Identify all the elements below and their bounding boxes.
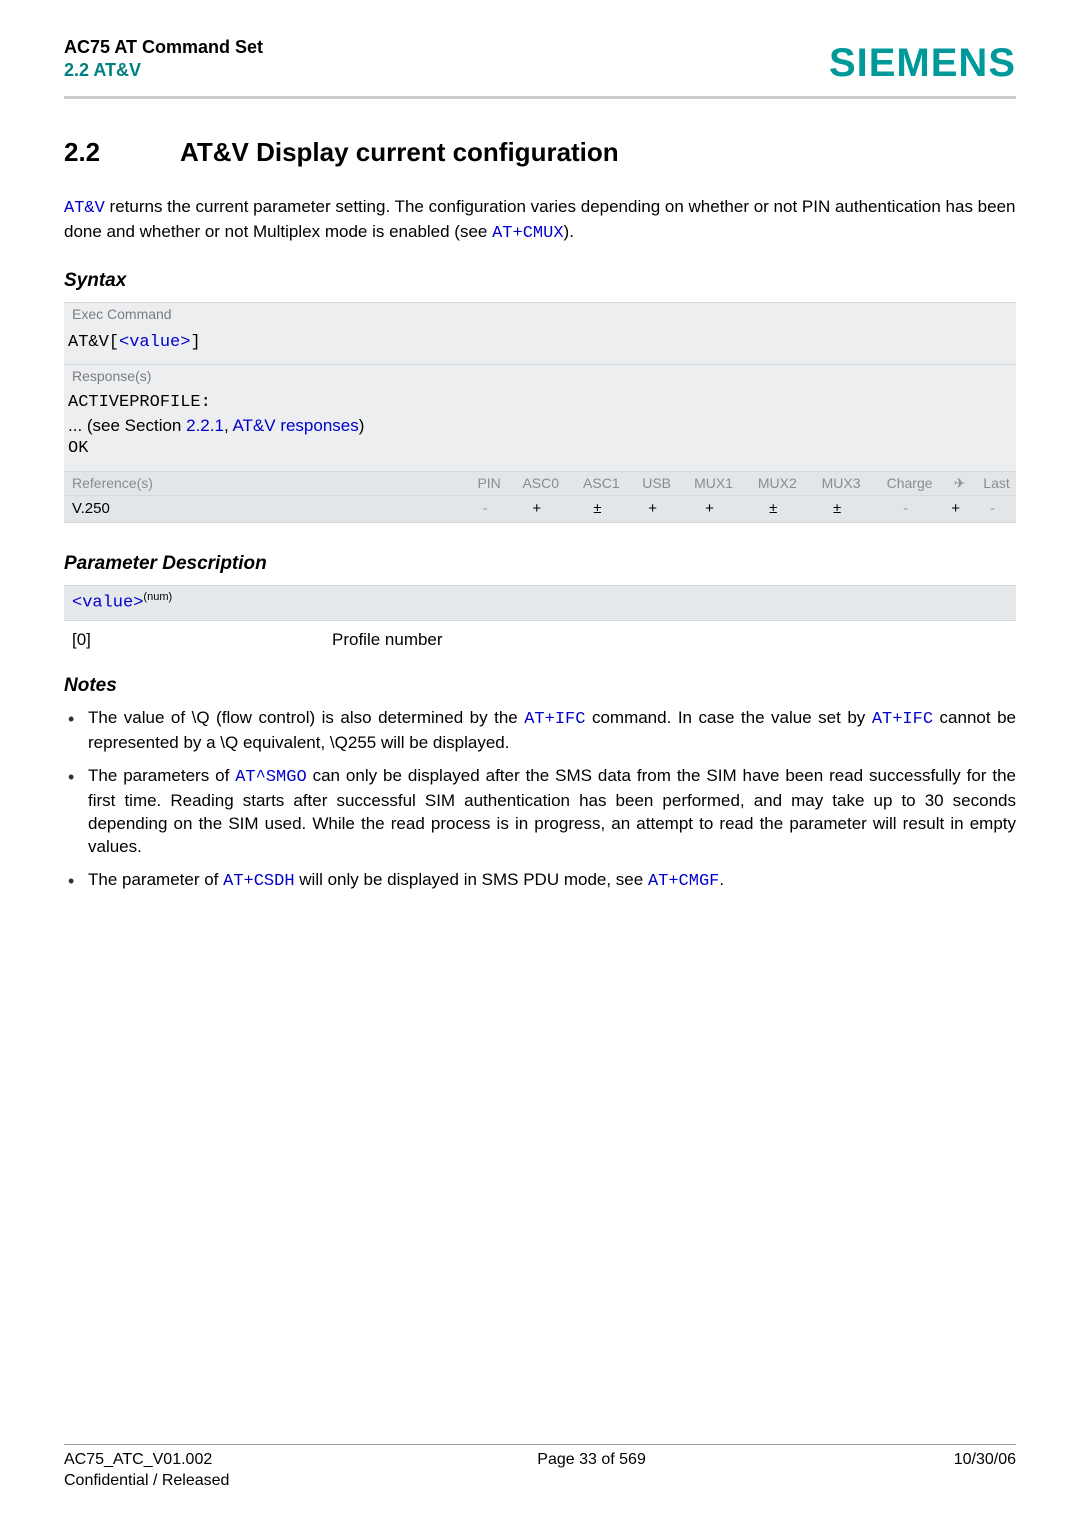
val-asc0: + xyxy=(506,496,567,523)
section-heading: 2.2AT&V Display current configuration xyxy=(64,135,1016,170)
note-1: The value of \Q (flow control) is also d… xyxy=(64,707,1016,755)
page-footer: AC75_ATC_V01.002 Confidential / Released… xyxy=(64,1444,1016,1492)
col-usb: USB xyxy=(628,472,678,496)
col-asc0: ASC0 xyxy=(506,472,567,496)
val-last: - xyxy=(969,496,1016,523)
notes-heading: Notes xyxy=(64,673,1016,699)
n3-cmd2[interactable]: AT+CMGF xyxy=(648,872,719,891)
doc-title: AC75 AT Command Set xyxy=(64,36,263,59)
param-key: [0] xyxy=(64,629,332,652)
n1-a: The value of \Q (flow control) is also d… xyxy=(88,708,524,727)
airplane-icon: ✈ xyxy=(942,472,969,496)
n3-c: . xyxy=(719,870,724,889)
val-charge: - xyxy=(869,496,942,523)
n2-cmd[interactable]: AT^SMGO xyxy=(235,768,306,787)
cmd-atcmux-link[interactable]: AT+CMUX xyxy=(492,224,563,243)
footer-classification: Confidential / Released xyxy=(64,1470,229,1492)
val-mux3: ± xyxy=(805,496,869,523)
exec-cmd-pre: AT&V[ xyxy=(68,333,119,352)
resp-l2-pre: ... (see Section xyxy=(68,416,186,435)
response-label: Response(s) xyxy=(64,365,1016,388)
ref-header-row: Reference(s) PIN ASC0 ASC1 USB MUX1 MUX2… xyxy=(64,472,1016,496)
references-label: Reference(s) xyxy=(64,472,464,496)
resp-l2-post: ) xyxy=(359,416,365,435)
section-number: 2.2 xyxy=(64,135,180,170)
col-last: Last xyxy=(969,472,1016,496)
n1-b: command. In case the value set by xyxy=(585,708,871,727)
exec-cmd-value-link[interactable]: <value> xyxy=(119,333,190,352)
ref-values-row: V.250 - + ± + + ± ± - + - xyxy=(64,496,1016,523)
resp-l2-link1[interactable]: 2.2.1 xyxy=(186,416,224,435)
val-usb: + xyxy=(628,496,678,523)
header-rule xyxy=(64,96,1016,99)
siemens-logo: SIEMENS xyxy=(829,36,1016,90)
val-asc1: ± xyxy=(567,496,628,523)
exec-command-label: Exec Command xyxy=(64,302,1016,325)
cmd-atv-link[interactable]: AT&V xyxy=(64,199,105,218)
param-heading: Parameter Description xyxy=(64,551,1016,577)
col-mux3: MUX3 xyxy=(805,472,869,496)
exec-cmd-post: ] xyxy=(190,333,200,352)
n3-b: will only be displayed in SMS PDU mode, … xyxy=(295,870,648,889)
syntax-heading: Syntax xyxy=(64,268,1016,294)
val-mux1: + xyxy=(678,496,742,523)
syntax-table: Exec Command AT&V[<value>] Response(s) A… xyxy=(64,302,1016,524)
n3-cmd1[interactable]: AT+CSDH xyxy=(223,872,294,891)
param-value-link[interactable]: <value> xyxy=(72,594,143,613)
ref-name: V.250 xyxy=(64,496,464,523)
resp-line2: ... (see Section 2.2.1, AT&V responses) xyxy=(68,415,1008,438)
n2-a: The parameters of xyxy=(88,766,235,785)
n1-cmd1[interactable]: AT+IFC xyxy=(524,710,585,729)
col-mux2: MUX2 xyxy=(741,472,805,496)
footer-date: 10/30/06 xyxy=(954,1449,1016,1492)
col-asc1: ASC1 xyxy=(567,472,628,496)
resp-line1: ACTIVEPROFILE: xyxy=(68,392,1008,415)
intro-text-b: ). xyxy=(564,222,574,241)
n3-a: The parameter of xyxy=(88,870,223,889)
footer-rule xyxy=(64,1444,1016,1445)
val-plane: + xyxy=(942,496,969,523)
col-pin: PIN xyxy=(464,472,507,496)
param-name-box: <value>(num) xyxy=(64,585,1016,621)
param-row: [0] Profile number xyxy=(64,629,1016,652)
footer-page: Page 33 of 569 xyxy=(537,1449,646,1492)
param-sup: (num) xyxy=(143,591,172,603)
notes-list: The value of \Q (flow control) is also d… xyxy=(64,707,1016,894)
note-3: The parameter of AT+CSDH will only be di… xyxy=(64,869,1016,894)
resp-l2-link2[interactable]: AT&V responses xyxy=(232,416,358,435)
section-ref: 2.2 AT&V xyxy=(64,60,141,80)
val-pin: - xyxy=(464,496,507,523)
param-desc: Profile number xyxy=(332,629,1016,652)
n1-cmd2[interactable]: AT+IFC xyxy=(872,710,933,729)
val-mux2: ± xyxy=(741,496,805,523)
intro-paragraph: AT&V returns the current parameter setti… xyxy=(64,196,1016,246)
resp-line3: OK xyxy=(68,438,1008,461)
col-charge: Charge xyxy=(869,472,942,496)
col-mux1: MUX1 xyxy=(678,472,742,496)
footer-doc-id: AC75_ATC_V01.002 xyxy=(64,1449,229,1471)
note-2: The parameters of AT^SMGO can only be di… xyxy=(64,765,1016,859)
section-title-text: AT&V Display current configuration xyxy=(180,137,619,167)
